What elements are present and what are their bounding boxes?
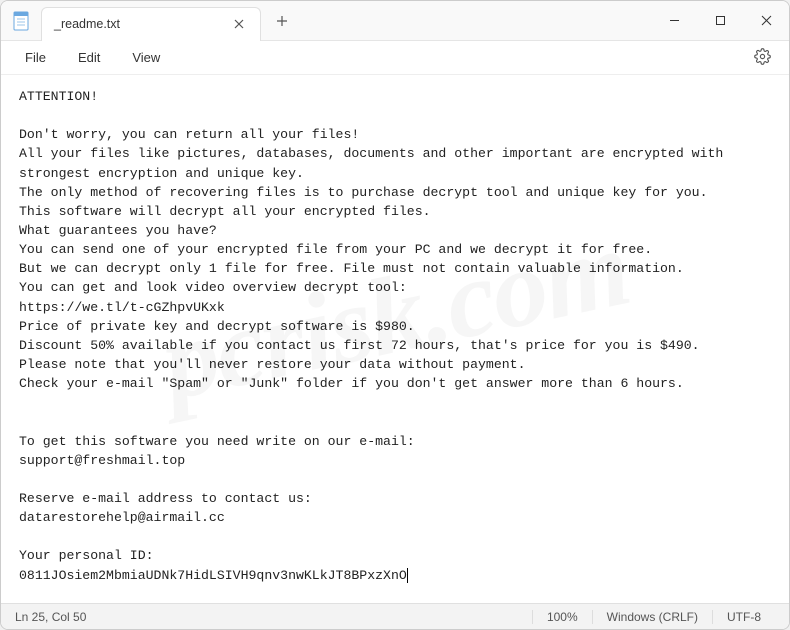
close-button[interactable] (743, 1, 789, 41)
close-tab-icon[interactable] (230, 15, 248, 33)
notepad-icon (13, 11, 29, 31)
status-encoding[interactable]: UTF-8 (712, 610, 775, 624)
tab-title: _readme.txt (54, 17, 230, 31)
status-line-ending[interactable]: Windows (CRLF) (592, 610, 712, 624)
status-position: Ln 25, Col 50 (15, 610, 100, 624)
text-editor-area[interactable]: ATTENTION! Don't worry, you can return a… (1, 75, 789, 603)
text-caret (407, 568, 408, 583)
new-tab-button[interactable] (267, 6, 297, 36)
statusbar: Ln 25, Col 50 100% Windows (CRLF) UTF-8 (1, 603, 789, 629)
menu-view[interactable]: View (116, 46, 176, 69)
titlebar: _readme.txt (1, 1, 789, 41)
menu-edit[interactable]: Edit (62, 46, 116, 69)
window-controls (651, 1, 789, 41)
gear-icon[interactable] (744, 44, 781, 72)
menubar: File Edit View (1, 41, 789, 75)
menu-file[interactable]: File (9, 46, 62, 69)
minimize-button[interactable] (651, 1, 697, 41)
maximize-button[interactable] (697, 1, 743, 41)
notepad-window: _readme.txt File Edit View (0, 0, 790, 630)
status-zoom[interactable]: 100% (532, 610, 592, 624)
file-tab[interactable]: _readme.txt (41, 7, 261, 41)
